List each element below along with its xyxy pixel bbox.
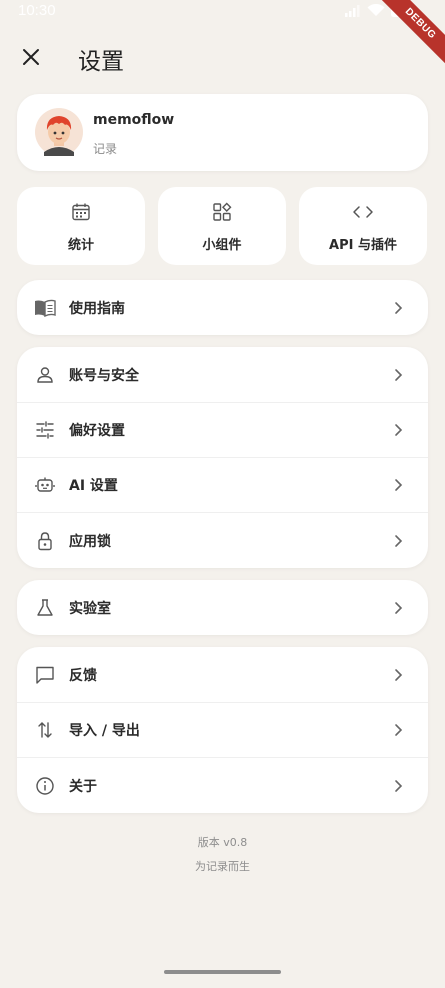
book-icon (35, 299, 56, 317)
close-button[interactable] (16, 42, 46, 72)
chevron-right-icon (395, 369, 403, 381)
signal-icon (345, 4, 360, 17)
row-lab[interactable]: 实验室 (17, 580, 428, 635)
chevron-right-icon (395, 535, 403, 547)
widgets-icon (213, 202, 232, 221)
row-app-lock-label: 应用锁 (69, 534, 111, 550)
row-import-export[interactable]: 导入 / 导出 (17, 702, 428, 757)
row-import-export-label: 导入 / 导出 (69, 723, 140, 739)
row-ai-settings-label: AI 设置 (69, 478, 118, 494)
chevron-right-icon (395, 724, 403, 736)
guide-group: 使用指南 (17, 280, 428, 335)
chevron-right-icon (395, 479, 403, 491)
row-preferences[interactable]: 偏好设置 (17, 402, 428, 457)
wifi-icon (367, 4, 385, 16)
profile-name: memoflow (93, 112, 175, 128)
chevron-right-icon (395, 424, 403, 436)
row-feedback[interactable]: 反馈 (17, 647, 428, 702)
lock-icon (38, 532, 52, 551)
row-app-lock[interactable]: 应用锁 (17, 513, 428, 568)
widgets-button[interactable]: 小组件 (158, 187, 286, 265)
profile-subtitle: 记录 (93, 142, 118, 156)
home-indicator[interactable] (164, 970, 281, 974)
motto-text: 为记录而生 (195, 860, 250, 873)
row-ai-settings[interactable]: AI 设置 (17, 457, 428, 512)
row-lab-label: 实验室 (69, 601, 111, 617)
close-icon (23, 49, 39, 65)
profile-card[interactable]: memoflow 记录 (17, 94, 428, 171)
version-text: 版本 v0.8 (197, 836, 248, 849)
row-user-guide-label: 使用指南 (69, 301, 125, 317)
chevron-right-icon (395, 669, 403, 681)
person-icon (37, 367, 53, 383)
row-account-security[interactable]: 账号与安全 (17, 347, 428, 402)
row-user-guide[interactable]: 使用指南 (17, 280, 428, 335)
api-plugins-label: API 与插件 (329, 238, 397, 253)
row-about[interactable]: 关于 (17, 758, 428, 813)
misc-group: 反馈 导入 / 导出 关于 (17, 647, 428, 813)
stats-button[interactable]: 统计 (17, 187, 145, 265)
header: 设置 (0, 36, 445, 80)
row-preferences-label: 偏好设置 (69, 423, 125, 439)
avatar (35, 108, 83, 156)
chevron-right-icon (395, 780, 403, 792)
code-icon (353, 206, 373, 218)
lab-group: 实验室 (17, 580, 428, 635)
status-bar: 10:30 (0, 0, 445, 24)
page-title: 设置 (78, 49, 124, 75)
stats-label: 统计 (67, 238, 94, 253)
calendar-icon (72, 203, 90, 221)
row-about-label: 关于 (69, 779, 97, 795)
flask-icon (37, 599, 53, 616)
robot-icon (35, 477, 55, 492)
swap-icon (38, 722, 52, 738)
row-account-security-label: 账号与安全 (69, 368, 139, 384)
sliders-icon (36, 421, 54, 439)
row-feedback-label: 反馈 (69, 668, 97, 684)
widgets-label: 小组件 (202, 238, 242, 253)
chevron-right-icon (395, 602, 403, 614)
chevron-right-icon (395, 302, 403, 314)
status-time: 10:30 (18, 2, 56, 19)
api-plugins-button[interactable]: API 与插件 (299, 187, 427, 265)
info-icon (36, 777, 54, 795)
chat-icon (36, 666, 54, 684)
account-group: 账号与安全 偏好设置 AI 设置 应用锁 (17, 347, 428, 568)
